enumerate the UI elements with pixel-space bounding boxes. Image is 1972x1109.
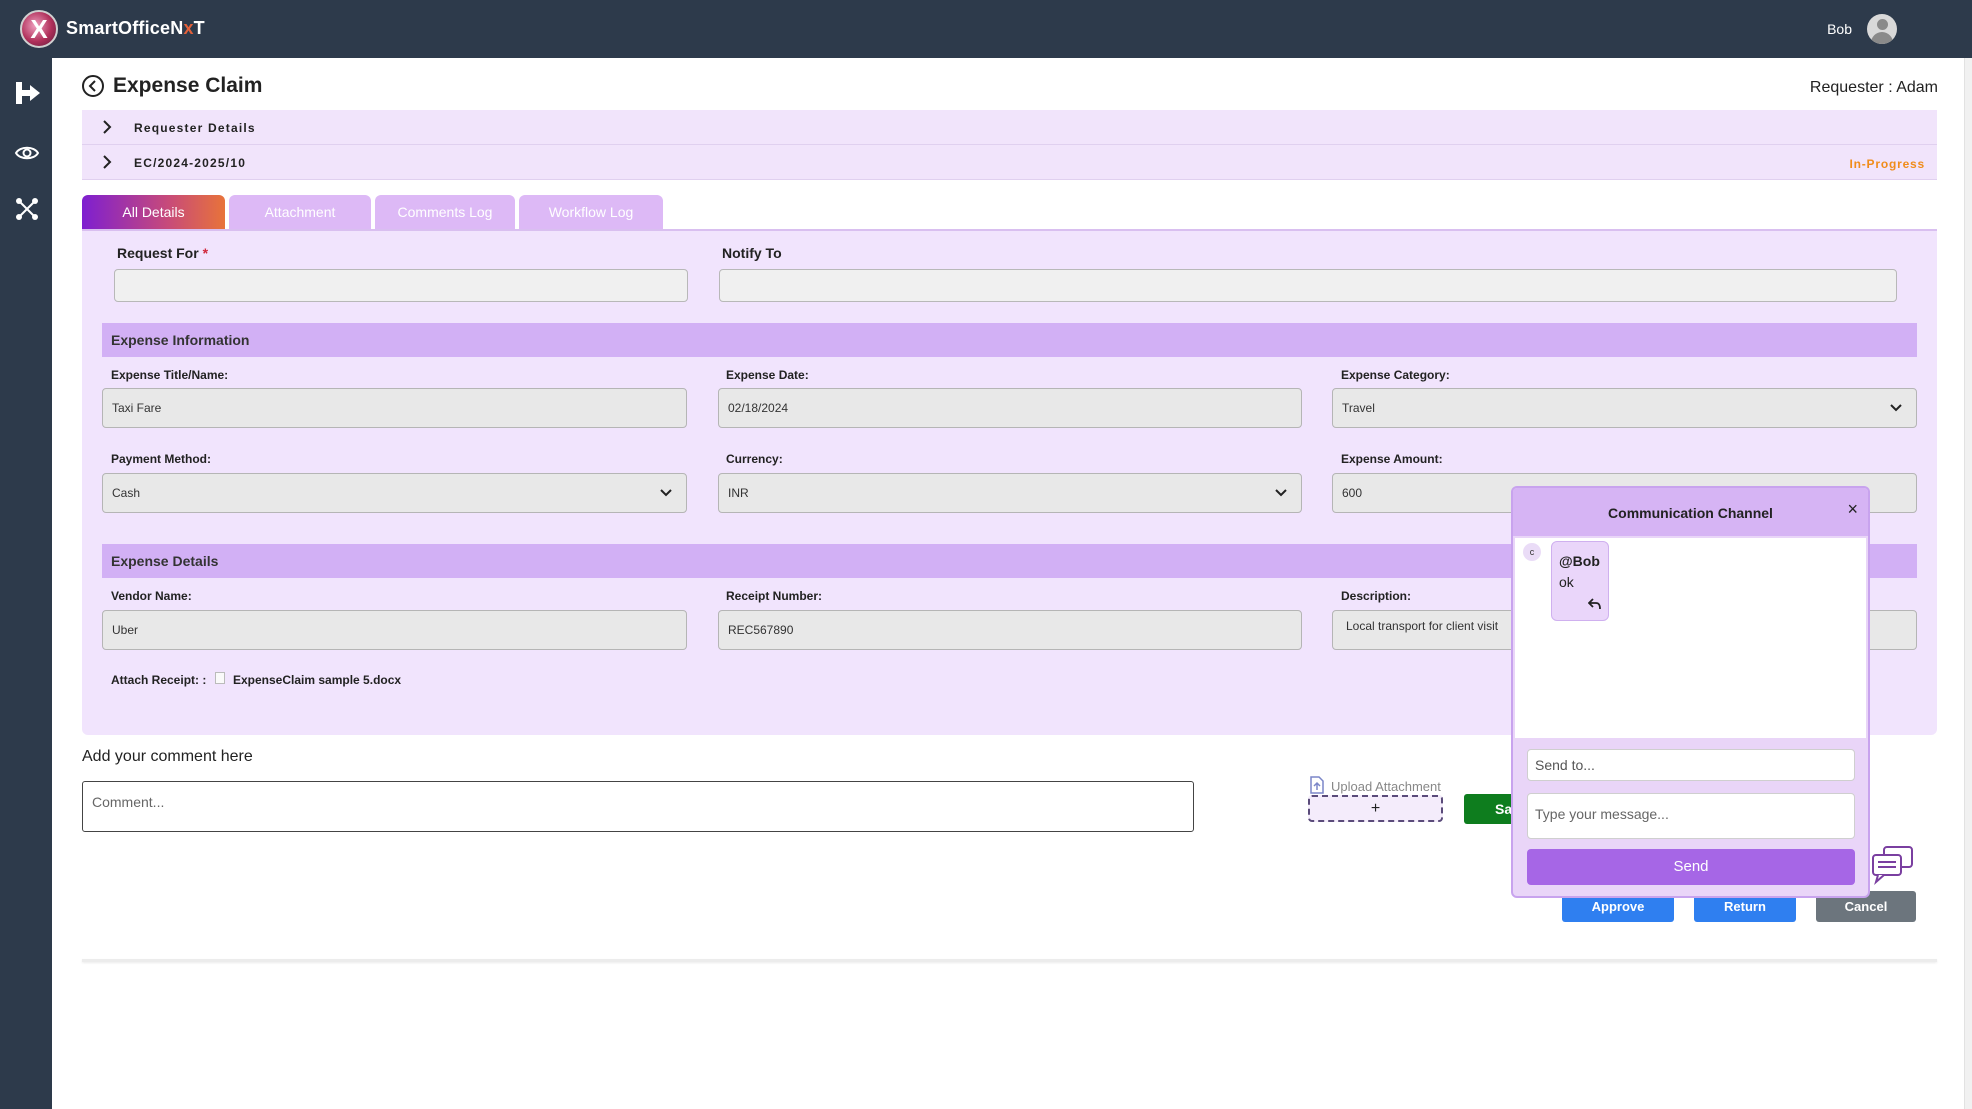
accordion-label: EC/2024-2025/10 <box>134 156 247 170</box>
attached-file-link[interactable]: ExpenseClaim sample 5.docx <box>233 673 401 687</box>
request-for-input[interactable] <box>114 269 688 302</box>
expense-title-label: Expense Title/Name: <box>111 368 229 382</box>
send-to-placeholder: Send to... <box>1535 757 1595 773</box>
expense-date-input[interactable]: 02/18/2024 <box>718 388 1302 428</box>
user-name[interactable]: Bob <box>1827 21 1852 37</box>
chevron-down-icon <box>660 489 672 497</box>
upload-attachment-button[interactable]: + <box>1308 795 1443 822</box>
request-for-text: Request For <box>117 245 199 261</box>
expense-amount-label: Expense Amount: <box>1341 452 1443 466</box>
request-for-label: Request For * <box>117 245 208 261</box>
message-bubble: @Bob ok <box>1551 541 1609 621</box>
chevron-down-icon <box>1275 489 1287 497</box>
close-icon[interactable]: × <box>1847 499 1858 520</box>
accordion-label: Requester Details <box>134 121 256 135</box>
chevron-right-icon <box>103 120 112 134</box>
attach-receipt-label: Attach Receipt: : <box>111 673 207 687</box>
send-button[interactable]: Send <box>1527 849 1855 885</box>
section-title: Expense Information <box>111 332 250 348</box>
payment-method-value: Cash <box>112 486 141 500</box>
expense-category-label: Expense Category: <box>1341 368 1450 382</box>
brand-name: SmartOfficeNxT <box>66 18 205 39</box>
message-input[interactable]: Type your message... <box>1527 793 1855 839</box>
dialog-title: Communication Channel <box>1608 505 1773 521</box>
receipt-number-value: REC567890 <box>728 623 794 637</box>
tab-all-details[interactable]: All Details <box>82 195 225 229</box>
brand-name-suffix: T <box>193 18 205 38</box>
comment-placeholder: Comment... <box>92 794 165 810</box>
message-list[interactable]: c @Bob ok <box>1515 538 1866 738</box>
eye-icon[interactable] <box>14 140 40 166</box>
file-icon <box>215 672 225 684</box>
exit-icon[interactable] <box>14 80 40 106</box>
expense-category-select[interactable]: Travel <box>1332 388 1917 428</box>
tab-workflow-log[interactable]: Workflow Log <box>519 195 663 229</box>
currency-label: Currency: <box>726 452 783 466</box>
tab-comments-log[interactable]: Comments Log <box>375 195 515 229</box>
accordion-requester-details[interactable]: Requester Details <box>82 110 1937 145</box>
send-to-input[interactable]: Send to... <box>1527 749 1855 781</box>
payment-method-label: Payment Method: <box>111 452 212 466</box>
back-icon[interactable] <box>82 75 104 97</box>
sender-avatar: c <box>1523 543 1541 561</box>
vendor-name-input[interactable]: Uber <box>102 610 687 650</box>
page-title: Expense Claim <box>113 74 263 97</box>
vendor-name-label: Vendor Name: <box>111 589 192 603</box>
status-badge: In-Progress <box>1849 157 1925 171</box>
notify-to-input[interactable] <box>719 269 1897 302</box>
vendor-name-value: Uber <box>112 623 139 637</box>
logo-letter: X <box>30 14 48 44</box>
divider <box>82 959 1937 962</box>
description-label: Description: <box>1341 589 1412 603</box>
communication-channel-dialog: Communication Channel × c @Bob ok Send t… <box>1511 486 1870 898</box>
accordion-claim-number[interactable]: EC/2024-2025/10 In-Progress <box>82 145 1937 180</box>
comment-input[interactable]: Comment... <box>82 781 1194 832</box>
currency-value: INR <box>728 486 749 500</box>
section-title: Expense Details <box>111 553 219 569</box>
description-value: Local transport for client visit <box>1346 619 1499 633</box>
expense-title-input[interactable]: Taxi Fare <box>102 388 687 428</box>
tab-attachment[interactable]: Attachment <box>229 195 371 229</box>
message-mention: @Bob <box>1559 553 1600 569</box>
workflow-icon[interactable] <box>14 196 40 222</box>
receipt-number-input[interactable]: REC567890 <box>718 610 1302 650</box>
required-mark: * <box>202 245 209 261</box>
expense-date-label: Expense Date: <box>726 368 809 382</box>
user-avatar-icon[interactable] <box>1867 14 1897 44</box>
receipt-number-label: Receipt Number: <box>726 589 823 603</box>
comment-title: Add your comment here <box>82 748 253 765</box>
dialog-header: Communication Channel × <box>1513 488 1868 536</box>
upload-attachment-label: Upload Attachment <box>1331 779 1441 794</box>
expense-title-value: Taxi Fare <box>112 401 162 415</box>
requester-label: Requester : Adam <box>1809 79 1938 96</box>
brand-name-prefix: SmartOfficeN <box>66 18 184 38</box>
expense-amount-value: 600 <box>1342 486 1363 500</box>
chevron-right-icon <box>103 155 112 169</box>
top-bar: X SmartOfficeNxT Bob <box>0 0 1972 58</box>
payment-method-select[interactable]: Cash <box>102 473 687 513</box>
upload-file-icon <box>1310 776 1324 794</box>
expense-category-value: Travel <box>1342 401 1375 415</box>
reply-icon[interactable] <box>1588 598 1602 610</box>
brand-logo[interactable]: X <box>20 10 58 48</box>
chevron-down-icon <box>1890 404 1902 412</box>
currency-select[interactable]: INR <box>718 473 1302 513</box>
brand-name-accent: x <box>183 18 194 38</box>
page-scrollbar[interactable] <box>1964 58 1972 1109</box>
chat-bubbles-icon[interactable] <box>1870 845 1916 885</box>
message-placeholder: Type your message... <box>1535 806 1669 822</box>
expense-date-value: 02/18/2024 <box>728 401 789 415</box>
sidebar <box>0 58 52 1109</box>
message-text: ok <box>1559 574 1574 590</box>
notify-to-label: Notify To <box>722 245 782 261</box>
expense-information-header: Expense Information <box>102 323 1917 357</box>
